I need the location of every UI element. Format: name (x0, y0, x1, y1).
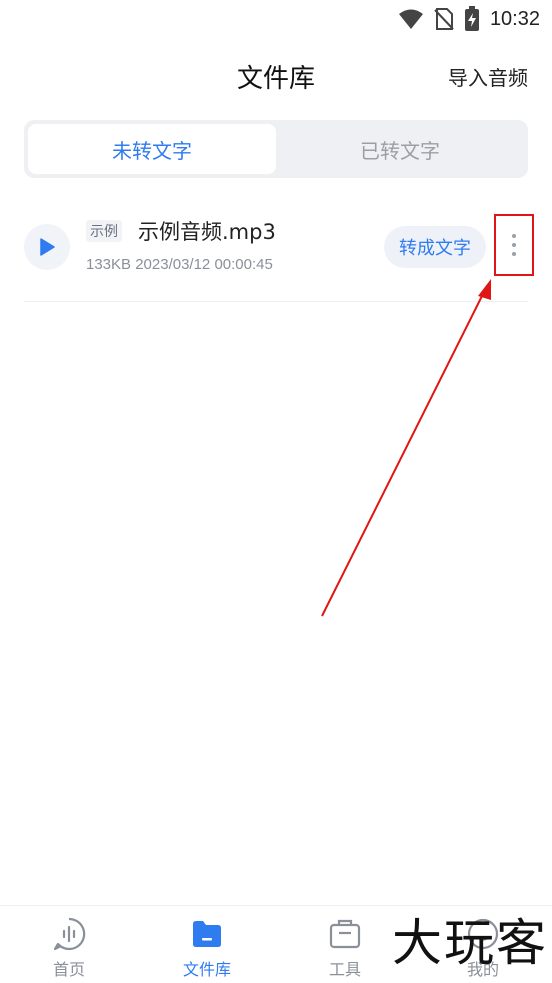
conversion-tabs: 未转文字 已转文字 (24, 120, 528, 178)
tab-not-converted[interactable]: 未转文字 (28, 124, 276, 174)
battery-charging-icon (464, 6, 479, 31)
status-bar: 10:32 (0, 0, 552, 38)
more-dot (512, 252, 516, 256)
play-button[interactable] (24, 224, 70, 270)
import-audio-button[interactable]: 导入音频 (448, 62, 528, 91)
more-dot (512, 243, 516, 247)
convert-to-text-button[interactable]: 转成文字 (384, 226, 486, 268)
more-options-button[interactable] (494, 214, 534, 276)
watermark: 大玩客 (392, 914, 548, 972)
status-time: 10:32 (489, 7, 540, 30)
nav-label: 工具 (328, 960, 361, 979)
folder-icon (189, 916, 225, 952)
nav-home[interactable]: 首页 (0, 906, 138, 983)
nav-file-library[interactable]: 文件库 (138, 906, 276, 983)
voice-wave-icon (51, 916, 87, 952)
nav-label: 首页 (52, 960, 85, 979)
sample-badge: 示例 (86, 220, 122, 242)
nav-label: 文件库 (182, 960, 231, 979)
play-icon (40, 238, 55, 256)
toolbox-icon (327, 916, 363, 952)
file-list-item[interactable]: 示例 示例音频.mp3 133KB 2023/03/12 00:00:45 转成… (24, 206, 534, 302)
file-meta: 133KB 2023/03/12 00:00:45 (86, 256, 273, 273)
more-dot (512, 234, 516, 238)
status-icons: 10:32 (398, 5, 540, 33)
header: 文件库 导入音频 (0, 52, 552, 98)
wifi-icon (398, 9, 423, 29)
tab-converted[interactable]: 已转文字 (276, 124, 524, 174)
file-name: 示例音频.mp3 (138, 220, 276, 244)
no-sim-icon (434, 8, 454, 30)
